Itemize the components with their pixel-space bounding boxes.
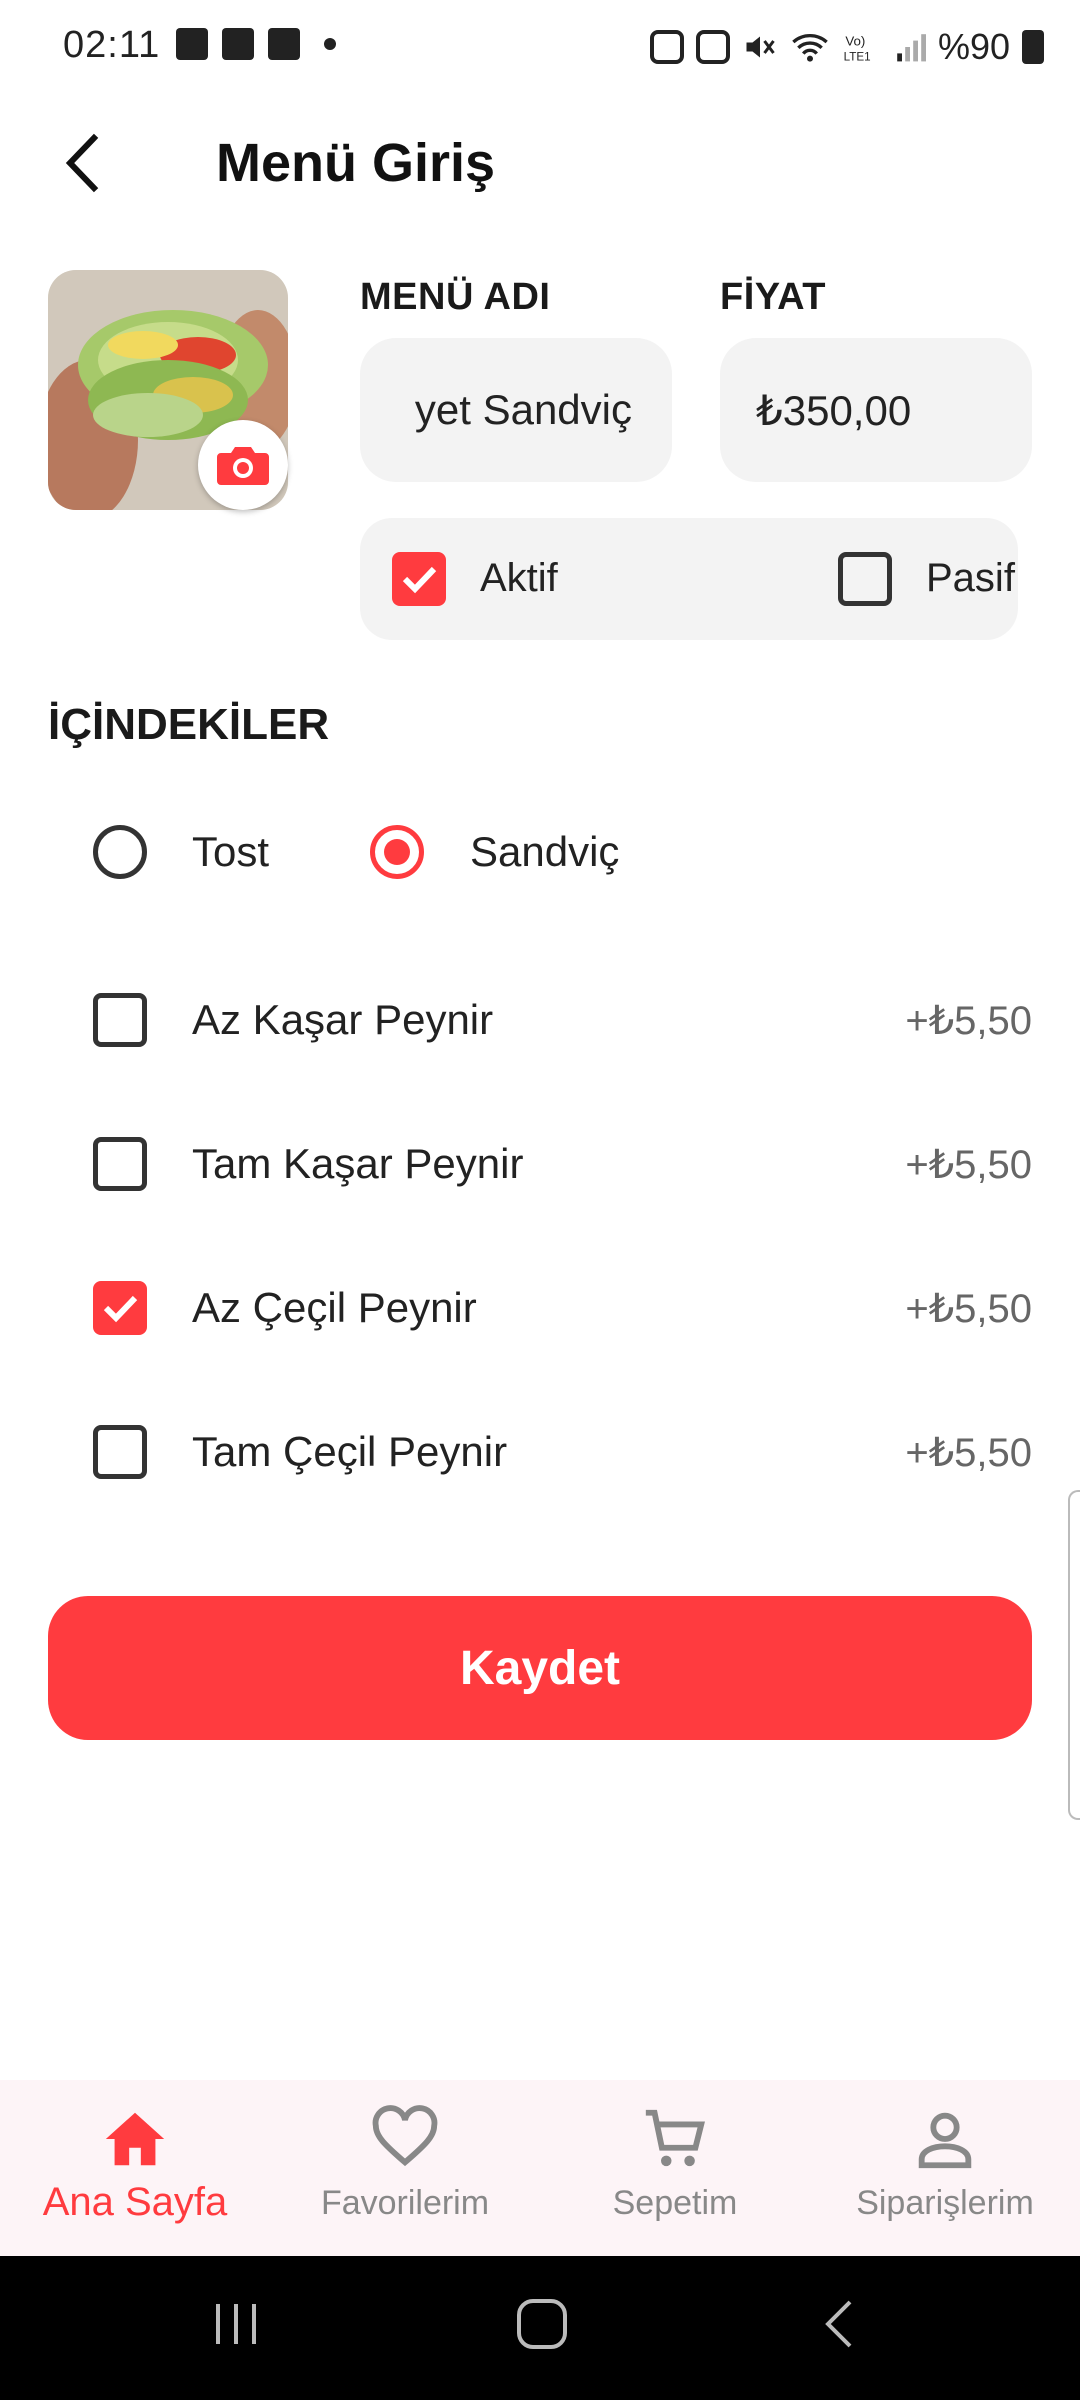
wifi-icon	[792, 34, 828, 62]
svg-text:LTE1: LTE1	[844, 50, 871, 63]
recent-apps-icon[interactable]	[212, 2296, 262, 2352]
extra-checkbox-az-kasar[interactable]	[93, 993, 147, 1047]
volte-icon: Vo) LTE1	[844, 33, 871, 63]
status-bar: 02:11 Vo) LTE1 %90	[0, 0, 1080, 96]
app-header: Menü Giriş	[0, 110, 1080, 220]
extra-label-az-cecil: Az Çeçil Peynir	[192, 1284, 477, 1331]
active-checkbox[interactable]	[392, 552, 446, 606]
passive-checkbox[interactable]	[838, 552, 892, 606]
change-photo-button[interactable]	[198, 420, 288, 510]
extra-price-tam-cecil: +₺5,50	[905, 1431, 1032, 1475]
check-icon	[268, 28, 300, 60]
type-label-tost: Tost	[192, 828, 270, 875]
home-icon	[105, 2112, 165, 2166]
checkmark-icon	[103, 1295, 138, 1323]
type-label-sandvic: Sandviç	[470, 828, 620, 875]
extra-checkbox-tam-kasar[interactable]	[93, 1137, 147, 1191]
home-system-icon[interactable]	[514, 2296, 570, 2352]
nav-item-home[interactable]: Ana Sayfa	[0, 2080, 270, 2256]
battery-percent: %90	[937, 26, 1010, 67]
system-navigation-bar	[0, 2256, 1080, 2400]
extra-price-az-cecil: +₺5,50	[905, 1287, 1032, 1331]
bottom-navigation: Ana Sayfa Favorilerim Sepetim Siparişler…	[0, 2080, 1080, 2256]
menu-name-label: MENÜ ADI	[360, 276, 551, 318]
extra-price-az-kasar: +₺5,50	[905, 999, 1032, 1043]
price-value: ₺350,00	[756, 386, 912, 434]
battery-icon	[1022, 30, 1044, 64]
extra-price-tam-kasar: +₺5,50	[905, 1143, 1032, 1187]
cart-icon	[645, 2109, 705, 2167]
nav-label-orders: Siparişlerim	[856, 2184, 1034, 2222]
device-icon	[222, 28, 254, 60]
type-radio-tost[interactable]	[93, 825, 147, 879]
nav-label-home: Ana Sayfa	[42, 2180, 228, 2224]
extra-label-tam-cecil: Tam Çeçil Peynir	[192, 1428, 508, 1475]
extra-label-tam-kasar: Tam Kaşar Peynir	[192, 1140, 524, 1187]
menu-entry-screen: 02:11 Vo) LTE1 %90 Menü Giriş MENÜ ADI y…	[0, 0, 1080, 2400]
person-icon	[918, 2112, 972, 2169]
alarm-icon	[695, 30, 730, 64]
save-button[interactable]: Kaydet	[48, 1596, 1032, 1740]
nav-label-favorites: Favorilerim	[320, 2184, 490, 2222]
extra-label-az-kasar: Az Kaşar Peynir	[192, 996, 494, 1043]
gallery-icon	[176, 28, 208, 60]
page-title: Menü Giriş	[216, 133, 496, 193]
extra-checkbox-tam-cecil[interactable]	[93, 1425, 147, 1479]
back-system-icon[interactable]	[820, 2296, 860, 2352]
system-icons: Vo) LTE1 %90	[649, 26, 1044, 68]
ingredients-title: İÇİNDEKİLER	[48, 700, 330, 749]
passive-label: Pasif	[926, 556, 1015, 600]
camera-icon	[217, 447, 269, 485]
price-input[interactable]: ₺350,00	[720, 338, 1032, 482]
type-radio-sandvic[interactable]	[370, 825, 424, 879]
more-notifications-icon	[324, 38, 336, 50]
scroll-handle[interactable]	[1068, 1490, 1080, 1820]
mute-icon	[746, 36, 775, 58]
nav-item-cart[interactable]: Sepetim	[540, 2080, 810, 2256]
notification-icons	[176, 28, 336, 60]
menu-name-input[interactable]: yet Sandviç	[360, 338, 672, 482]
nav-label-cart: Sepetim	[612, 2184, 738, 2222]
menu-name-value: yet Sandviç	[414, 386, 632, 433]
svg-text:Vo): Vo)	[845, 33, 865, 48]
recycle-icon	[649, 30, 684, 64]
nav-item-orders[interactable]: Siparişlerim	[810, 2080, 1080, 2256]
back-button[interactable]	[50, 128, 120, 198]
heart-icon	[372, 2105, 438, 2167]
nav-item-favorites[interactable]: Favorilerim	[270, 2080, 540, 2256]
checkmark-icon	[402, 566, 437, 594]
active-label: Aktif	[480, 556, 558, 600]
status-toggle-row: Aktif Pasif	[360, 518, 1018, 640]
signal-icon	[897, 34, 926, 62]
arrow-back-icon	[65, 133, 99, 193]
extra-checkbox-az-cecil[interactable]	[93, 1281, 147, 1335]
price-label: FİYAT	[720, 276, 826, 318]
status-time: 02:11	[63, 24, 161, 66]
